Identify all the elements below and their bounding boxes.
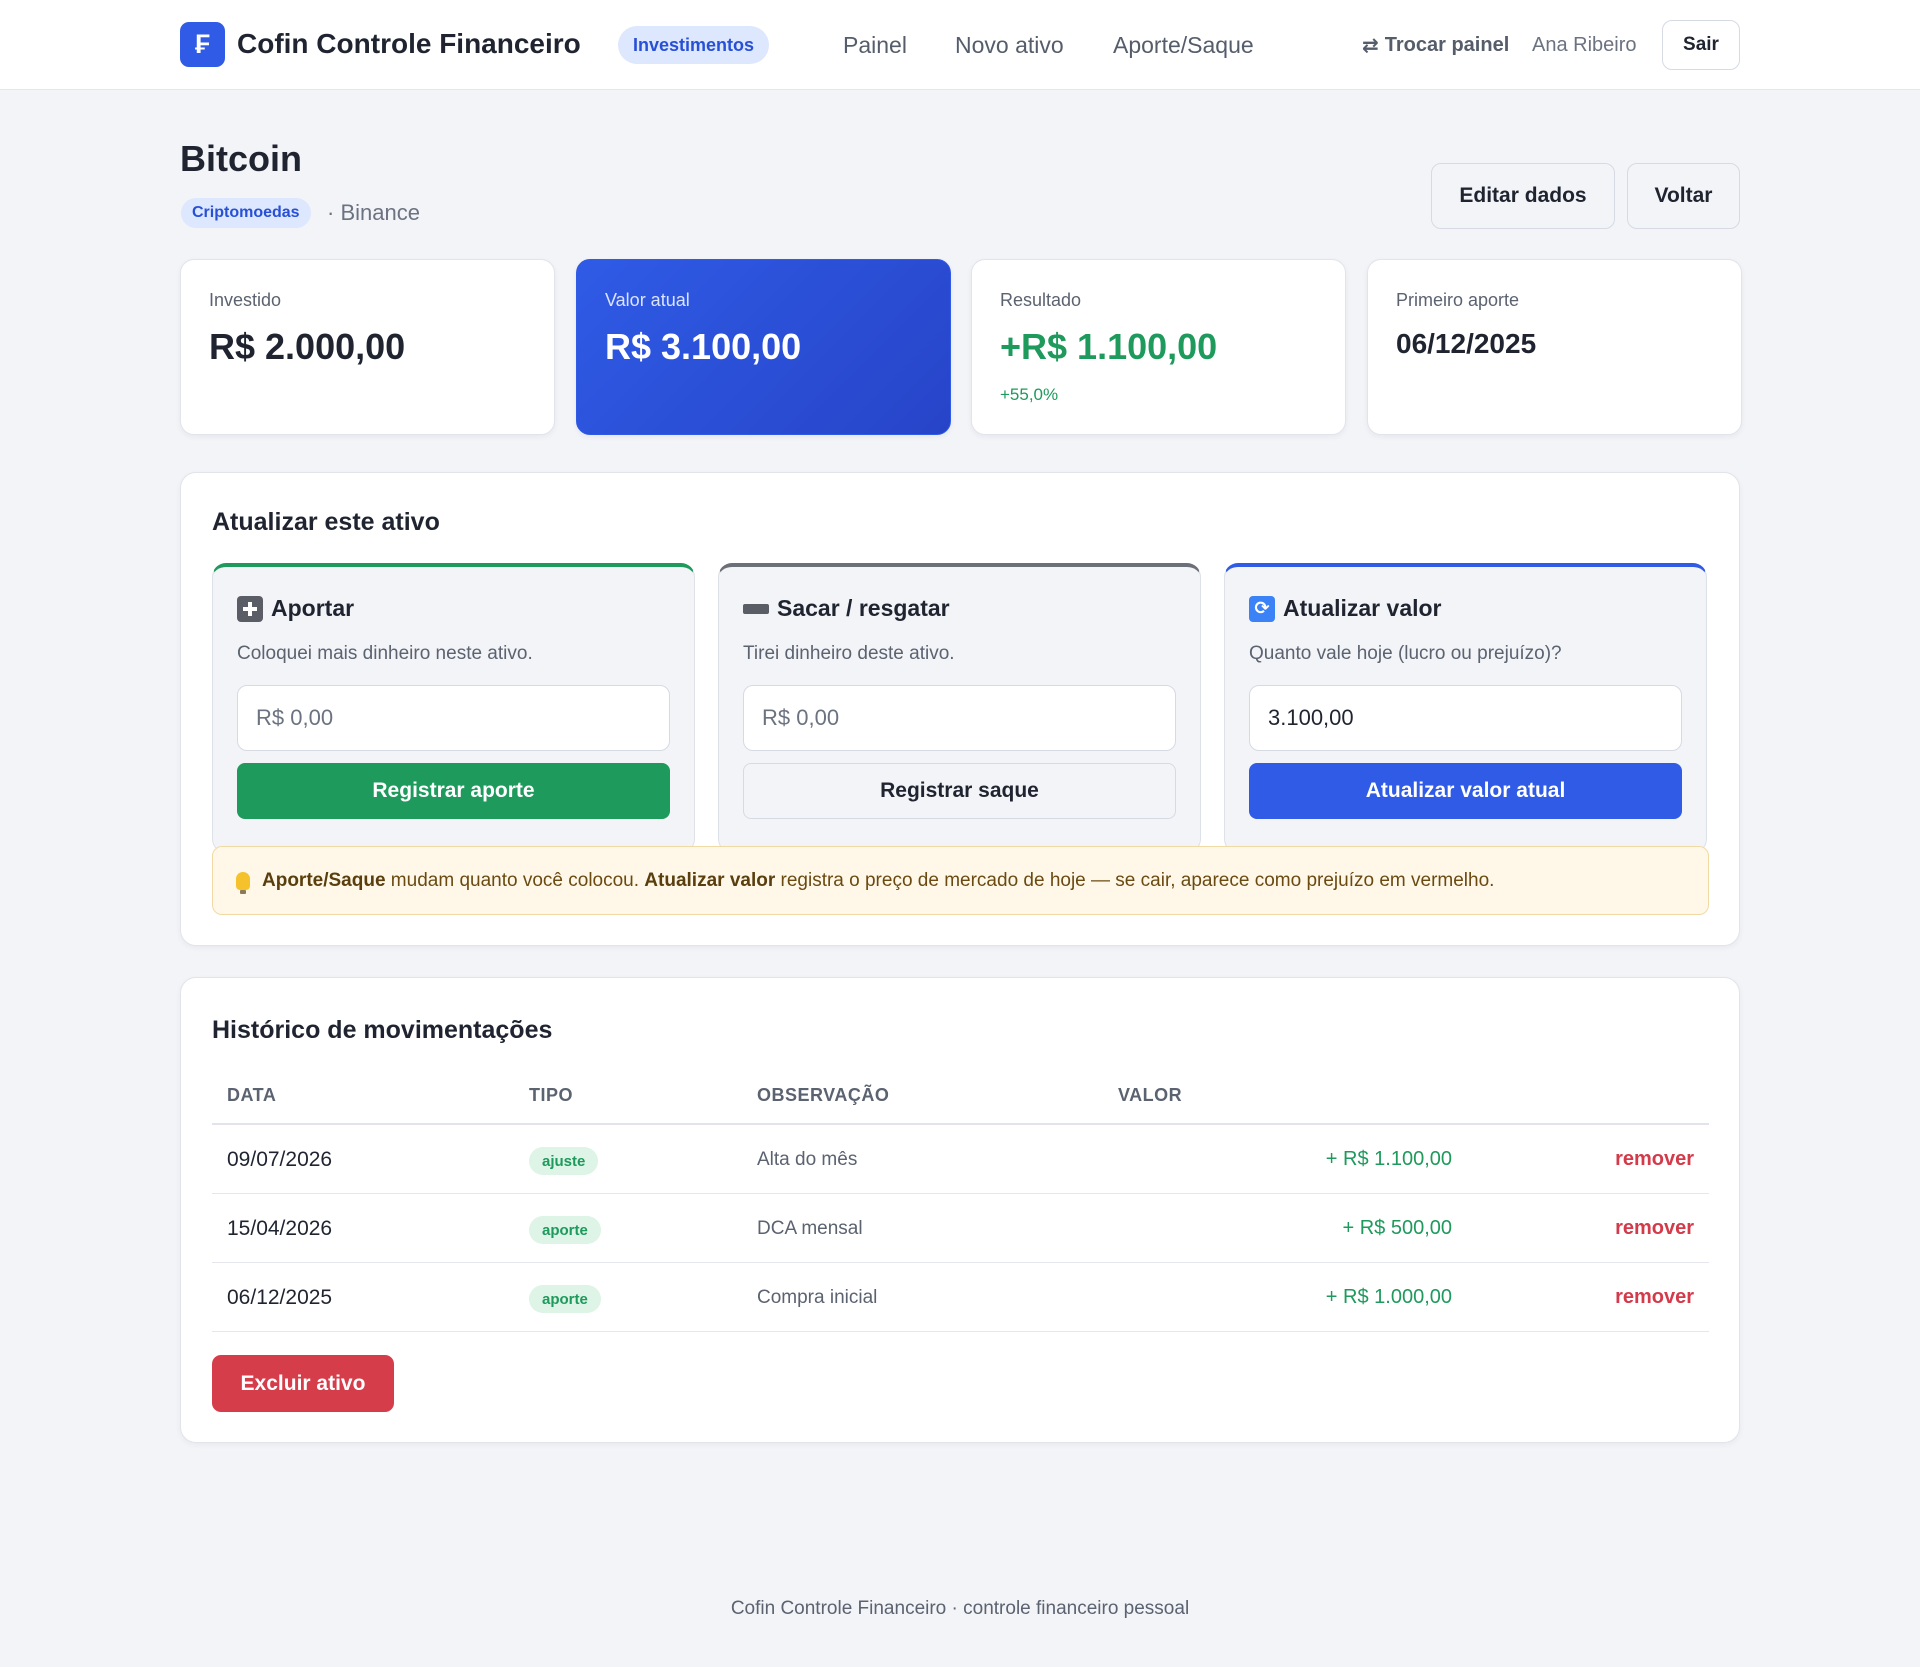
app-name[interactable]: Cofin Controle Financeiro [237,28,581,60]
contribute-card: Aportar Coloquei mais dinheiro neste ati… [212,563,695,853]
current-value-label: Valor atual [605,290,690,310]
withdraw-description: Tirei dinheiro deste ativo. [743,643,955,664]
row-type-badge: aporte [529,1216,601,1244]
nav-painel[interactable]: Painel [843,0,907,90]
top-bar: ₣ Cofin Controle Financeiro Investimento… [0,0,1920,90]
column-header-value: VALOR [1118,1085,1183,1105]
tip-text-2: registra o preço de mercado de hoje — se… [775,869,1495,891]
remove-movement-link[interactable]: remover [1615,1263,1694,1332]
tip-text-1: mudam quanto você colocou. [385,869,645,891]
contribute-title: Aportar [237,595,354,622]
table-row: 06/12/2025 aporte Compra inicial + R$ 1.… [212,1263,1709,1332]
row-date: 15/04/2026 [227,1216,333,1240]
edit-asset-button[interactable]: Editar dados [1431,163,1615,229]
switch-panel-label: Trocar painel [1384,33,1510,56]
tip-bold-atualizar: Atualizar valor [644,869,776,891]
first-contribution-card: Primeiro aporte 06/12/2025 [1367,259,1742,435]
revalue-title: ⟳ Atualizar valor [1249,595,1442,622]
remove-movement-link[interactable]: remover [1615,1125,1694,1194]
history-panel: Histórico de movimentações DATA TIPO OBS… [180,977,1740,1443]
row-note: Compra inicial [757,1286,878,1308]
logout-button[interactable]: Sair [1662,20,1740,70]
nav-novo-ativo[interactable]: Novo ativo [955,0,1064,90]
lightbulb-icon [236,871,250,894]
revalue-description: Quanto vale hoje (lucro ou prejuízo)? [1249,643,1562,664]
table-row: 15/04/2026 aporte DCA mensal + R$ 500,00… [212,1194,1709,1263]
contribute-description: Coloquei mais dinheiro neste ativo. [237,643,533,664]
contribute-amount-input[interactable] [237,685,670,751]
broker-name: · Binance [327,200,420,225]
history-title: Histórico de movimentações [212,1016,553,1044]
invested-card: Investido R$ 2.000,00 [180,259,555,435]
update-current-value-button[interactable]: Atualizar valor atual [1249,763,1682,819]
minus-icon [743,603,769,614]
update-panel-title: Atualizar este ativo [212,508,440,536]
row-date: 06/12/2025 [227,1285,333,1309]
refresh-icon: ⟳ [1249,595,1275,622]
column-header-date: DATA [227,1085,277,1105]
row-value: + R$ 1.000,00 [1325,1286,1452,1308]
asset-title: Bitcoin [180,138,302,179]
table-row: 09/07/2026 ajuste Alta do mês + R$ 1.100… [212,1125,1709,1194]
swap-arrows-icon: ⇄ [1362,34,1379,57]
user-name: Ana Ribeiro [1532,33,1637,56]
category-badge: Criptomoedas [181,198,311,228]
withdraw-title-text: Sacar / resgatar [777,595,950,621]
withdraw-card: Sacar / resgatar Tirei dinheiro deste at… [718,563,1201,853]
back-button[interactable]: Voltar [1627,163,1740,229]
column-header-note: OBSERVAÇÃO [757,1085,890,1105]
current-value-card: Valor atual R$ 3.100,00 [576,259,951,435]
revalue-title-text: Atualizar valor [1283,595,1442,621]
section-badge: Investimentos [618,26,770,64]
row-value: + R$ 500,00 [1342,1217,1452,1239]
row-value: + R$ 1.100,00 [1325,1148,1452,1170]
remove-movement-link[interactable]: remover [1615,1194,1694,1263]
footer-text: Cofin Controle Financeiro · controle fin… [730,1598,1190,1619]
column-header-type: TIPO [529,1085,574,1105]
invested-value: R$ 2.000,00 [209,326,406,367]
withdraw-title: Sacar / resgatar [743,595,950,622]
result-label: Resultado [1000,290,1082,310]
nav-aporte-saque[interactable]: Aporte/Saque [1113,0,1254,90]
first-contribution-date: 06/12/2025 [1396,328,1537,359]
revalue-card: ⟳ Atualizar valor Quanto vale hoje (lucr… [1224,563,1707,853]
result-value: +R$ 1.100,00 [1000,326,1218,367]
current-value-amount: R$ 3.100,00 [605,326,802,367]
switch-panel-link[interactable]: ⇄ Trocar painel [1362,0,1509,90]
finance-logo-icon[interactable]: ₣ [180,22,225,67]
row-date: 09/07/2026 [227,1147,333,1171]
contribute-title-text: Aportar [271,595,355,621]
tip-bold-aporte-saque: Aporte/Saque [262,869,386,891]
row-type-badge: aporte [529,1285,601,1313]
withdraw-amount-input[interactable] [743,685,1176,751]
tip-banner: Aporte/Saque mudam quanto você colocou. … [212,846,1709,915]
result-card: Resultado +R$ 1.100,00 +55,0% [971,259,1346,435]
first-contribution-label: Primeiro aporte [1396,290,1520,310]
plus-icon [237,595,263,622]
register-contribution-button[interactable]: Registrar aporte [237,763,670,819]
update-asset-panel: Atualizar este ativo Aportar Coloquei ma… [180,472,1740,946]
delete-asset-button[interactable]: Excluir ativo [212,1355,394,1412]
result-percent: +55,0% [1000,385,1059,404]
current-value-input[interactable] [1249,685,1682,751]
row-type-badge: ajuste [529,1147,599,1175]
row-note: Alta do mês [757,1148,858,1170]
invested-label: Investido [209,290,282,310]
register-withdrawal-button[interactable]: Registrar saque [743,763,1176,819]
row-note: DCA mensal [757,1217,863,1239]
